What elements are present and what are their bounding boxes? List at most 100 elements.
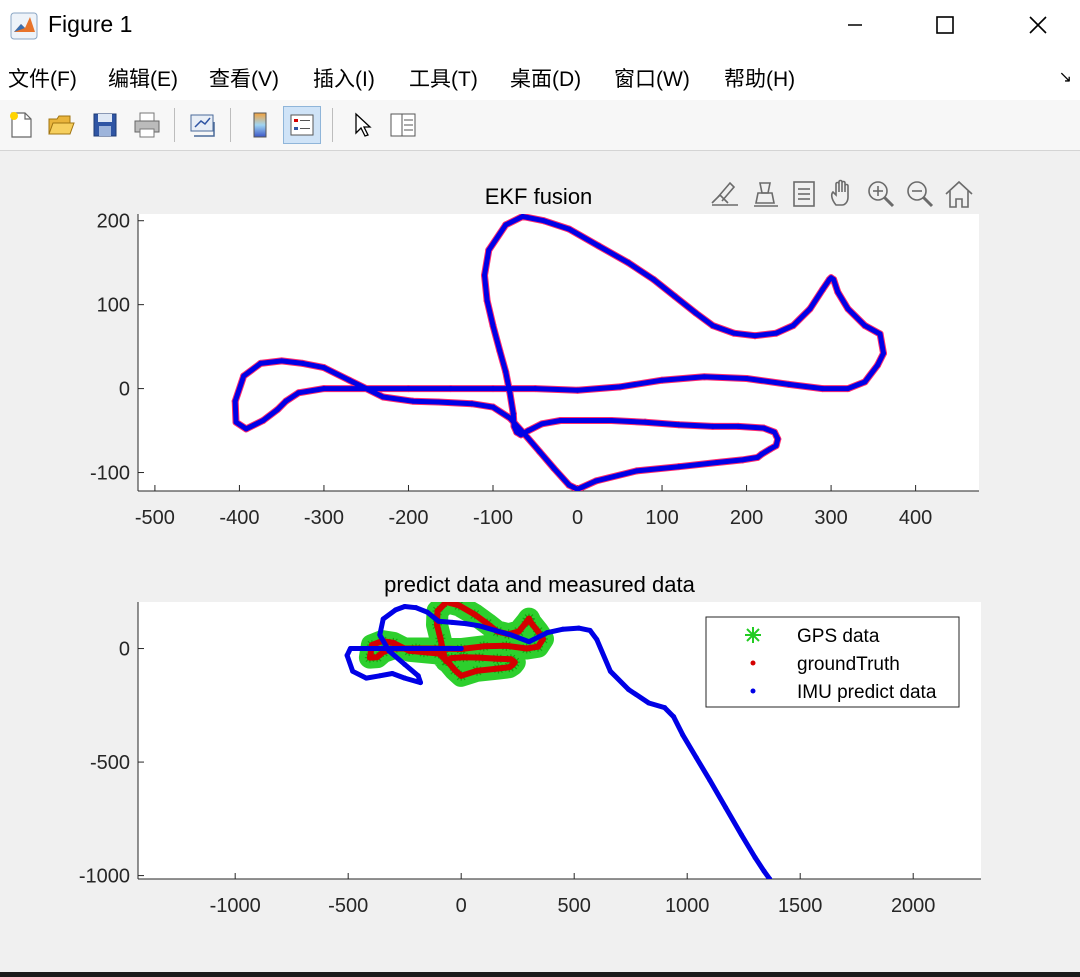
series-2-point	[786, 381, 792, 387]
menu-edit[interactable]: 编辑(E)	[108, 63, 178, 93]
x-tick-label: 2000	[891, 895, 936, 917]
groundtruth-point	[480, 643, 487, 650]
series-2-point	[845, 386, 851, 392]
series-2-point	[482, 272, 488, 278]
series-2-point	[634, 468, 640, 474]
series-2-point	[490, 404, 496, 410]
series-2-point	[321, 386, 327, 392]
groundtruth-point	[515, 628, 522, 635]
series-2-point	[820, 386, 826, 392]
figure-canvas: -500 -400 -300 -200 -100 0 100 200 300 400 -100 0 10…	[0, 151, 1080, 972]
pan-icon[interactable]	[830, 179, 849, 206]
chart-title: predict data and measured data	[384, 572, 695, 597]
series-2-point	[321, 365, 327, 371]
series-2-point	[279, 358, 285, 364]
imu-predict-data-point	[415, 673, 421, 679]
series-2-point	[511, 423, 517, 429]
brush-icon[interactable]	[711, 181, 738, 206]
imu-predict-data-point	[413, 605, 419, 611]
series-2-point	[241, 373, 247, 379]
groundtruth-point	[495, 665, 502, 672]
imu-predict-data-point	[662, 705, 668, 711]
imu-predict-data-point	[380, 616, 386, 622]
groundtruth-point	[503, 642, 510, 649]
link-plot-button[interactable]	[184, 106, 222, 144]
menu-bar: 文件(F) 编辑(E) 查看(V) 插入(I) 工具(T) 桌面(D) 窗口(W…	[0, 50, 1080, 101]
imu-predict-data-point	[723, 804, 729, 810]
legend-marker	[750, 660, 756, 666]
minimize-button[interactable]	[825, 5, 885, 45]
imu-predict-data-point	[458, 646, 464, 652]
imu-predict-data-point	[526, 639, 532, 645]
legend-label: GPS data	[797, 626, 880, 647]
series-2-point	[693, 310, 699, 316]
series-2-point	[490, 386, 496, 392]
legend-button[interactable]	[283, 106, 321, 144]
colorbar-button[interactable]	[241, 106, 279, 144]
series-2-point	[469, 401, 475, 407]
imu-predict-data-point	[707, 777, 713, 783]
save-button[interactable]	[86, 106, 124, 144]
series-2-point	[642, 419, 648, 425]
menu-file[interactable]: 文件(F)	[8, 63, 77, 93]
series-2-point	[507, 415, 513, 421]
x-tick-label: 0	[572, 507, 583, 529]
series-2-point	[714, 459, 720, 465]
legend-label: IMU predict data	[797, 682, 937, 703]
imu-predict-data-point	[402, 661, 408, 667]
x-tick-label: 1000	[665, 895, 710, 917]
groundtruth-point	[390, 639, 397, 646]
imu-predict-data-point	[377, 673, 383, 679]
property-inspector-button[interactable]	[384, 106, 422, 144]
series-2-point	[507, 390, 513, 396]
axes-2: -1000 -500 0 500 1000 1500 2000 -1000 -500 0 predi…	[79, 572, 981, 917]
data-tips-icon[interactable]	[754, 182, 778, 207]
menu-tools[interactable]: 工具(T)	[409, 63, 478, 93]
legend[interactable]: GPS data groundTruth IMU predict data	[705, 616, 960, 708]
x-tick-label: -400	[219, 507, 259, 529]
series-2-point	[518, 432, 524, 438]
export-icon[interactable]	[793, 181, 815, 207]
legend-icon	[290, 114, 314, 136]
chart-title: EKF fusion	[485, 184, 593, 209]
print-button[interactable]	[128, 106, 166, 144]
dock-arrow-icon[interactable]: ↘	[1059, 67, 1072, 87]
menu-window[interactable]: 窗口(W)	[614, 63, 690, 93]
maximize-button[interactable]	[915, 5, 975, 45]
zoom-in-icon[interactable]	[868, 181, 895, 208]
imu-predict-data-point	[436, 618, 442, 624]
pointer-button[interactable]	[343, 106, 381, 144]
window-title: Figure 1	[48, 11, 133, 37]
series-2-point	[790, 323, 796, 329]
home-icon[interactable]	[945, 180, 973, 208]
series-2-point	[775, 436, 781, 442]
open-file-button[interactable]	[42, 106, 80, 144]
menu-view[interactable]: 查看(V)	[209, 63, 279, 93]
series-2-point	[735, 423, 741, 429]
x-tick-label: 1500	[778, 895, 823, 917]
save-icon	[93, 113, 117, 137]
series-2-point	[880, 350, 886, 356]
imu-predict-data-point	[680, 732, 686, 738]
x-tick-label: 300	[814, 507, 847, 529]
series-2-point	[448, 386, 454, 392]
x-tick-label: -500	[328, 895, 368, 917]
series-2-point	[659, 377, 665, 383]
groundtruth-point	[434, 608, 441, 615]
menu-help[interactable]: 帮助(H)	[724, 63, 795, 93]
groundtruth-point	[443, 658, 450, 665]
series-2-point	[862, 379, 868, 385]
new-figure-button[interactable]	[2, 106, 40, 144]
zoom-out-icon[interactable]	[907, 181, 934, 208]
groundtruth-point	[523, 645, 530, 652]
imu-predict-data-point	[402, 675, 408, 681]
menu-insert[interactable]: 插入(I)	[313, 63, 375, 93]
close-button[interactable]	[1008, 5, 1068, 45]
minimize-icon	[848, 24, 862, 26]
series-2-point	[484, 297, 490, 303]
imu-predict-data-point	[508, 632, 514, 638]
imu-predict-data-point	[386, 648, 392, 654]
groundtruth-point	[366, 654, 373, 661]
menu-desktop[interactable]: 桌面(D)	[510, 63, 581, 93]
series-2-point	[593, 478, 599, 484]
